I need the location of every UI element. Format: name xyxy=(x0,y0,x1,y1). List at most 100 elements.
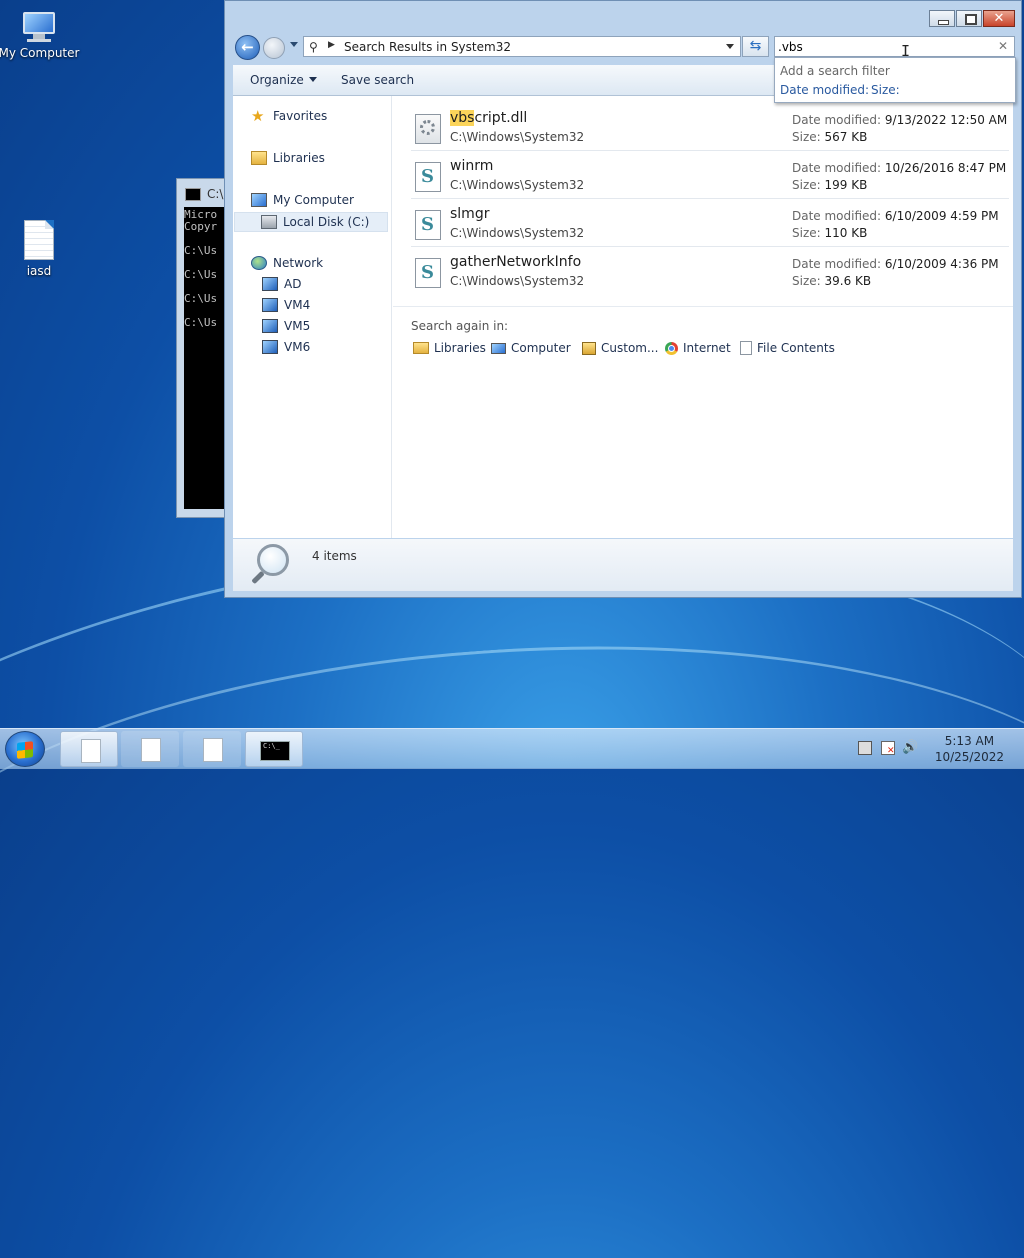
clear-search-icon[interactable]: ✕ xyxy=(998,39,1008,53)
item-count: 4 items xyxy=(312,549,357,563)
search-filter-header: Add a search filter xyxy=(780,64,890,78)
nav-label: Libraries xyxy=(273,151,325,165)
taskbar-app-explorer[interactable] xyxy=(60,731,118,767)
taskbar-app-document[interactable] xyxy=(121,731,179,767)
desktop-icon-iasd[interactable]: iasd xyxy=(0,220,82,278)
script-icon: S xyxy=(415,210,441,240)
nav-label: Network xyxy=(273,256,324,270)
content-area: ★ Favorites Libraries My Computer Local … xyxy=(233,96,1013,538)
result-size: Size: 39.6 KB xyxy=(792,274,872,288)
nav-server-vm4[interactable]: VM4 xyxy=(262,298,310,312)
search-magnifier-handle xyxy=(251,570,265,585)
result-name: vbscript.dll xyxy=(450,110,527,126)
chevron-down-icon xyxy=(308,77,317,82)
result-date: Date modified: 6/10/2009 4:36 PM xyxy=(792,257,999,271)
computer-icon xyxy=(251,193,267,207)
filter-size[interactable]: Size: xyxy=(871,83,900,97)
result-path: C:\Windows\System32 xyxy=(450,130,585,144)
system-tray: 🔊 5:13 AM 10/25/2022 xyxy=(854,729,1024,769)
search-again-internet[interactable]: Internet xyxy=(665,341,731,355)
console-icon: C:\_ xyxy=(260,741,290,761)
console-icon xyxy=(185,188,201,201)
result-path: C:\Windows\System32 xyxy=(450,274,585,288)
nav-label: VM5 xyxy=(284,319,311,333)
network-globe-icon xyxy=(251,256,267,270)
result-row[interactable]: S winrm C:\Windows\System32 Date modifie… xyxy=(411,152,1009,199)
wallpaper-swirl xyxy=(0,605,1024,1198)
clock[interactable]: 5:13 AM 10/25/2022 xyxy=(935,733,1004,765)
address-bar[interactable]: ⚲ ▶ Search Results in System32 xyxy=(303,36,741,57)
taskbar: C:\_ 🔊 5:13 AM 10/25/2022 xyxy=(0,728,1024,769)
result-row[interactable]: S gatherNetworkInfo C:\Windows\System32 … xyxy=(411,248,1009,294)
explorer-window[interactable]: ✕ ← ⚲ ▶ Search Results in System32 ⇆ ✕ A… xyxy=(224,0,1022,598)
search-again-file-contents[interactable]: File Contents xyxy=(740,341,835,355)
library-icon xyxy=(413,342,429,354)
address-dropdown[interactable] xyxy=(726,44,734,49)
nav-server-ad[interactable]: AD xyxy=(262,277,301,291)
search-again-libraries[interactable]: Libraries xyxy=(413,341,486,355)
text-file-icon xyxy=(24,220,54,260)
document-icon xyxy=(203,738,223,762)
result-date: Date modified: 9/13/2022 12:50 AM xyxy=(792,113,1008,127)
result-size: Size: 567 KB xyxy=(792,130,868,144)
refresh-icon: ⇆ xyxy=(749,38,762,54)
start-button[interactable] xyxy=(5,731,45,767)
result-size: Size: 199 KB xyxy=(792,178,868,192)
forward-button[interactable] xyxy=(263,37,285,59)
nav-local-disk[interactable]: Local Disk (C:) xyxy=(234,212,388,232)
filter-date-modified[interactable]: Date modified: xyxy=(780,83,869,97)
nav-server-vm6[interactable]: VM6 xyxy=(262,340,310,354)
result-date: Date modified: 10/26/2016 8:47 PM xyxy=(792,161,1007,175)
hard-disk-icon xyxy=(261,215,277,229)
nav-my-computer[interactable]: My Computer xyxy=(251,193,354,207)
result-path: C:\Windows\System32 xyxy=(450,178,585,192)
nav-label: Local Disk (C:) xyxy=(283,215,370,229)
save-search-button[interactable]: Save search xyxy=(341,73,414,87)
chevron-right-icon[interactable]: ▶ xyxy=(328,40,335,50)
script-icon: S xyxy=(415,258,441,288)
search-again-custom[interactable]: Custom... xyxy=(582,341,658,355)
search-again-section: Search again in: Libraries Computer Cust… xyxy=(393,306,1013,367)
maximize-button[interactable] xyxy=(956,10,982,27)
result-name: slmgr xyxy=(450,206,490,222)
result-name: gatherNetworkInfo xyxy=(450,254,582,270)
network-computer-icon xyxy=(262,340,278,354)
action-center-icon[interactable] xyxy=(881,741,895,756)
nav-libraries[interactable]: Libraries xyxy=(251,151,325,165)
search-input[interactable] xyxy=(778,39,988,54)
network-computer-icon xyxy=(262,277,278,291)
close-button[interactable]: ✕ xyxy=(983,10,1015,27)
library-icon xyxy=(251,151,267,165)
desktop-icon-label: My Computer xyxy=(0,46,80,60)
nav-server-vm5[interactable]: VM5 xyxy=(262,319,310,333)
result-row[interactable]: S slmgr C:\Windows\System32 Date modifie… xyxy=(411,200,1009,247)
search-results-icon: ⚲ xyxy=(309,40,318,54)
search-box[interactable]: ✕ xyxy=(774,36,1015,57)
nav-label: AD xyxy=(284,277,302,291)
recent-pages-dropdown[interactable] xyxy=(290,42,298,47)
nav-label: VM4 xyxy=(284,298,311,312)
taskbar-app-console[interactable]: C:\_ xyxy=(245,731,303,767)
document-icon xyxy=(81,739,101,763)
navigation-pane: ★ Favorites Libraries My Computer Local … xyxy=(233,96,392,538)
volume-icon[interactable]: 🔊 xyxy=(902,741,918,755)
result-row[interactable]: vbscript.dll C:\Windows\System32 Date mo… xyxy=(411,104,1009,151)
result-path: C:\Windows\System32 xyxy=(450,226,585,240)
nav-label: My Computer xyxy=(273,193,354,207)
organize-button[interactable]: Organize xyxy=(250,73,317,87)
network-computer-icon xyxy=(262,319,278,333)
maximize-icon xyxy=(965,14,977,25)
refresh-button[interactable]: ⇆ xyxy=(742,36,769,57)
search-again-computer[interactable]: Computer xyxy=(491,341,571,355)
network-tray-icon[interactable] xyxy=(858,741,872,755)
minimize-button[interactable] xyxy=(929,10,955,27)
chrome-icon xyxy=(665,341,678,355)
back-button[interactable]: ← xyxy=(235,35,260,60)
result-name: winrm xyxy=(450,158,494,174)
taskbar-app-document[interactable] xyxy=(183,731,241,767)
minimize-icon xyxy=(938,20,949,25)
desktop-icon-my-computer[interactable]: My Computer xyxy=(0,12,82,60)
nav-network[interactable]: Network xyxy=(251,256,323,270)
nav-favorites[interactable]: ★ Favorites xyxy=(251,109,327,124)
nav-label: VM6 xyxy=(284,340,311,354)
